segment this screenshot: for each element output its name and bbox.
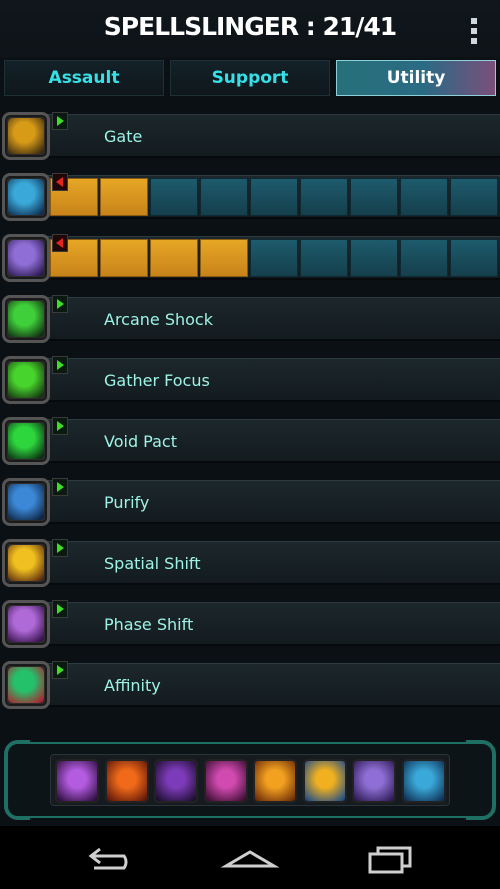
tier-segment: [350, 178, 398, 216]
tab-assault[interactable]: Assault: [4, 60, 164, 96]
tier-progress-bar[interactable]: [50, 239, 500, 277]
tier-segment: [400, 178, 448, 216]
ability-row[interactable]: Spatial Shift: [0, 537, 500, 593]
system-nav-bar: [0, 826, 500, 889]
phase-shift-icon[interactable]: [2, 600, 50, 648]
gather-focus-icon[interactable]: [2, 356, 50, 404]
specter-icon[interactable]: [2, 234, 50, 282]
ability-row[interactable]: Gate: [0, 110, 500, 166]
arcane-burst-icon[interactable]: [401, 759, 446, 803]
collapse-arrow-icon[interactable]: [52, 234, 68, 252]
tier-segment: [200, 178, 248, 216]
ability-row[interactable]: Void Pact: [0, 415, 500, 471]
tier-segment: [150, 178, 198, 216]
tier-progress-bar[interactable]: [50, 178, 500, 216]
tier-segment: [450, 239, 498, 277]
ability-label: Phase Shift: [104, 615, 194, 634]
ability-label: Gather Focus: [104, 371, 210, 390]
tier-segment: [200, 239, 248, 277]
ability-row[interactable]: Purify: [0, 476, 500, 532]
expand-arrow-icon[interactable]: [52, 600, 68, 618]
ability-label: Void Pact: [104, 432, 177, 451]
tier-segment: [400, 239, 448, 277]
tier-segment: [300, 178, 348, 216]
ability-row[interactable]: Gather Focus: [0, 354, 500, 410]
tier-segment: [250, 239, 298, 277]
void-orb-icon[interactable]: [55, 759, 99, 803]
tier-segment: [100, 239, 148, 277]
ability-row[interactable]: Phase Shift: [0, 598, 500, 654]
ability-row[interactable]: [0, 171, 500, 227]
arcane-burst-icon[interactable]: [2, 173, 50, 221]
page-title: SPELLSLINGER : 21/41: [103, 12, 397, 41]
ability-label: Spatial Shift: [104, 554, 201, 573]
category-tabs: Assault Support Utility: [0, 58, 500, 100]
tier-segment: [150, 239, 198, 277]
flame-swirl-icon[interactable]: [253, 759, 297, 803]
tier-segment: [300, 239, 348, 277]
back-icon[interactable]: [80, 840, 140, 874]
recents-icon[interactable]: [360, 840, 420, 874]
overflow-menu-icon[interactable]: [469, 18, 479, 50]
loadout-dock: [0, 736, 500, 824]
header-bar: SPELLSLINGER : 21/41: [0, 0, 500, 58]
tab-support[interactable]: Support: [170, 60, 330, 96]
tier-segment: [350, 239, 398, 277]
ability-label: Affinity: [104, 676, 161, 695]
expand-arrow-icon[interactable]: [52, 417, 68, 435]
gate-icon[interactable]: [2, 112, 50, 160]
tier-segment: [100, 178, 148, 216]
ability-label: Arcane Shock: [104, 310, 213, 329]
spatial-shift-icon[interactable]: [2, 539, 50, 587]
expand-arrow-icon[interactable]: [52, 539, 68, 557]
ability-row[interactable]: Affinity: [0, 659, 500, 715]
tab-utility[interactable]: Utility: [336, 60, 496, 96]
affinity-icon[interactable]: [2, 661, 50, 709]
expand-arrow-icon[interactable]: [52, 478, 68, 496]
home-icon[interactable]: [220, 840, 280, 874]
expand-arrow-icon[interactable]: [52, 295, 68, 313]
expand-arrow-icon[interactable]: [52, 356, 68, 374]
ability-label: Purify: [104, 493, 150, 512]
flame-script-icon[interactable]: [104, 759, 149, 803]
spore-icon[interactable]: [203, 759, 248, 803]
shadow-dash-icon[interactable]: [154, 759, 198, 803]
ability-row[interactable]: Arcane Shock: [0, 293, 500, 349]
expand-arrow-icon[interactable]: [52, 112, 68, 130]
expand-arrow-icon[interactable]: [52, 661, 68, 679]
arcane-shock-icon[interactable]: [2, 295, 50, 343]
collapse-arrow-icon[interactable]: [52, 173, 68, 191]
loadout-tray: [50, 754, 450, 806]
specter-icon[interactable]: [352, 759, 396, 803]
lightning-icon[interactable]: [302, 759, 347, 803]
tier-segment: [450, 178, 498, 216]
tier-segment: [250, 178, 298, 216]
void-pact-icon[interactable]: [2, 417, 50, 465]
ability-row[interactable]: [0, 232, 500, 288]
ability-label: Gate: [104, 127, 143, 146]
purify-icon[interactable]: [2, 478, 50, 526]
